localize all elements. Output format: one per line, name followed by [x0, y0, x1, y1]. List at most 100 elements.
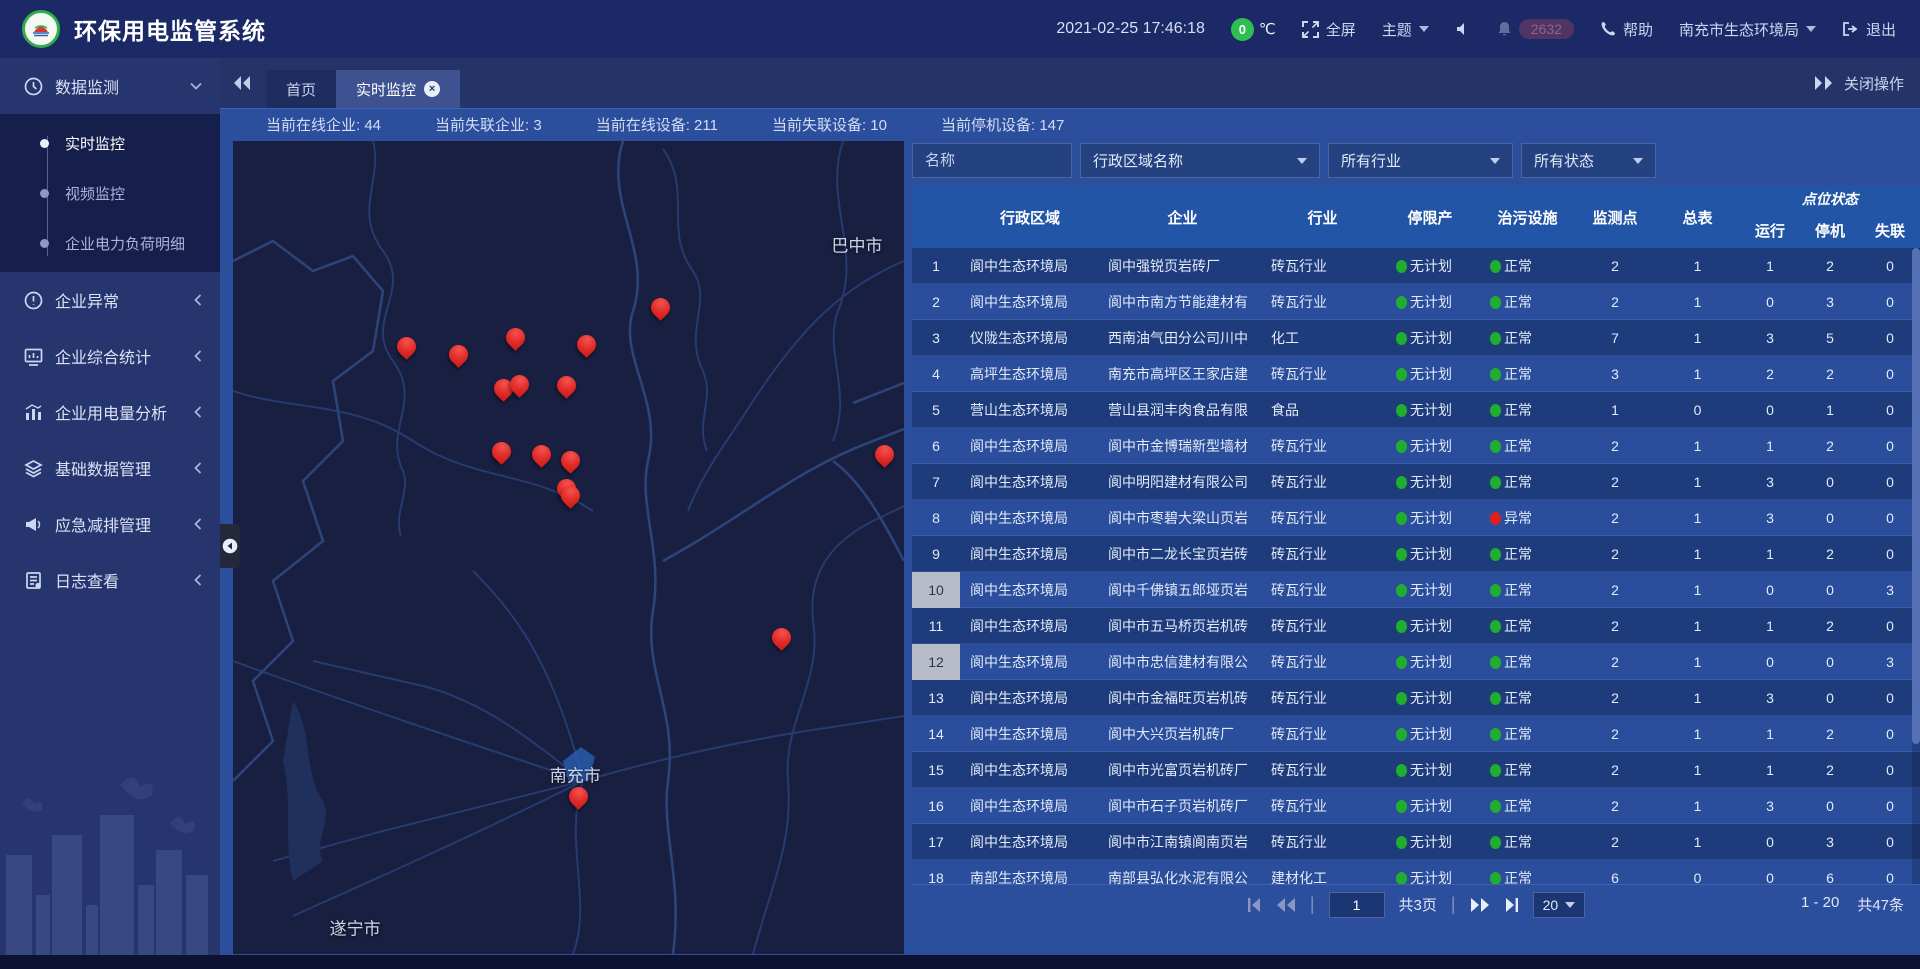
cell-industry: 砖瓦行业	[1265, 724, 1380, 744]
skyline-decoration	[0, 745, 220, 955]
sidebar-collapse-handle[interactable]	[220, 524, 240, 568]
sidebar-item-实时监控[interactable]: 实时监控	[0, 118, 220, 168]
table-row[interactable]: 18南部生态环境局南部县弘化水泥有限公建材化工无计划正常60060	[912, 860, 1920, 884]
scrollbar-thumb[interactable]	[1912, 248, 1920, 744]
table-row[interactable]: 16阆中生态环境局阆中市石子页岩机砖厂砖瓦行业无计划正常21300	[912, 788, 1920, 824]
map-pin-icon[interactable]	[561, 451, 581, 471]
cell-total-meters: 0	[1655, 870, 1740, 885]
table-row[interactable]: 10阆中生态环境局阆中千佛镇五郎垭页岩砖瓦行业无计划正常21003	[912, 572, 1920, 608]
table-row[interactable]: 11阆中生态环境局阆中市五马桥页岩机砖砖瓦行业无计划正常21120	[912, 608, 1920, 644]
fullscreen-icon	[1302, 21, 1319, 38]
map-pin-icon[interactable]	[561, 486, 581, 506]
map-pin-icon[interactable]	[772, 628, 792, 648]
sidebar-group-应急减排管理[interactable]: 应急减排管理	[0, 496, 220, 552]
tabs-scroll-left-button[interactable]	[232, 58, 252, 108]
tab-实时监控[interactable]: 实时监控×	[336, 70, 460, 108]
table-row[interactable]: 2阆中生态环境局阆中市南方节能建材有砖瓦行业无计划正常21030	[912, 284, 1920, 320]
cell-run-count: 0	[1740, 294, 1800, 310]
map-pin-icon[interactable]	[577, 335, 597, 355]
sidebar-group-企业异常[interactable]: 企业异常	[0, 272, 220, 328]
industry-filter-value: 所有行业	[1341, 150, 1401, 171]
col-header-stopped: 停机	[1800, 212, 1860, 248]
sidebar-item-企业电力负荷明细[interactable]: 企业电力负荷明细	[0, 218, 220, 268]
map-pin-icon[interactable]	[569, 787, 589, 807]
layers-icon	[24, 459, 43, 478]
map-pin-icon[interactable]	[651, 298, 671, 318]
help-button[interactable]: 帮助	[1600, 19, 1653, 40]
table-row[interactable]: 4高坪生态环境局南充市高坪区王家店建砖瓦行业无计划正常31220	[912, 356, 1920, 392]
temperature-unit: ℃	[1259, 20, 1276, 38]
table-scrollbar[interactable]	[1912, 248, 1920, 884]
close-operations-button[interactable]: 关闭操作	[1814, 58, 1904, 108]
page-number-input[interactable]	[1329, 892, 1385, 918]
table-row[interactable]: 15阆中生态环境局阆中市光富页岩机砖厂砖瓦行业无计划正常21120	[912, 752, 1920, 788]
status-dot-green	[1490, 800, 1501, 813]
map-pin-icon[interactable]	[510, 375, 530, 395]
notification-count-badge: 2632	[1519, 19, 1574, 39]
stat-当前失联企业: 当前失联企业: 3	[435, 114, 542, 135]
map-pin-icon[interactable]	[397, 337, 417, 357]
sidebar-group-数据监测[interactable]: 数据监测	[0, 58, 220, 114]
cell-industry: 砖瓦行业	[1265, 544, 1380, 564]
sound-button[interactable]	[1455, 21, 1471, 37]
table-row[interactable]: 6阆中生态环境局阆中市金博瑞新型墙材砖瓦行业无计划正常21120	[912, 428, 1920, 464]
fullscreen-button[interactable]: 全屏	[1302, 19, 1356, 40]
table-row[interactable]: 8阆中生态环境局阆中市枣碧大梁山页岩砖瓦行业无计划异常21300	[912, 500, 1920, 536]
cell-stopped-count: 2	[1800, 366, 1860, 382]
sidebar-group-企业用电量分析[interactable]: 企业用电量分析	[0, 384, 220, 440]
table-row[interactable]: 1阆中生态环境局阆中强锐页岩砖厂砖瓦行业无计划正常21120	[912, 248, 1920, 284]
map-pin-icon[interactable]	[875, 445, 895, 465]
map-pin-icon[interactable]	[506, 328, 526, 348]
cell-total-meters: 1	[1655, 834, 1740, 850]
table-row[interactable]: 12阆中生态环境局阆中市忠信建材有限公砖瓦行业无计划正常21003	[912, 644, 1920, 680]
industry-filter-select[interactable]: 所有行业	[1328, 143, 1513, 178]
map-pin-icon[interactable]	[532, 445, 552, 465]
cell-company: 南部县弘化水泥有限公	[1100, 868, 1265, 885]
cell-company: 阆中大兴页岩机砖厂	[1100, 724, 1265, 744]
cell-run-count: 1	[1740, 762, 1800, 778]
cell-stopped-count: 2	[1800, 618, 1860, 634]
map-panel[interactable]: 巴中市南充市遂宁市	[233, 141, 904, 954]
name-filter-input[interactable]	[912, 143, 1072, 178]
sidebar-item-视频监控[interactable]: 视频监控	[0, 168, 220, 218]
table-row[interactable]: 9阆中生态环境局阆中市二龙长宝页岩砖砖瓦行业无计划正常21120	[912, 536, 1920, 572]
table-row[interactable]: 7阆中生态环境局阆中明阳建材有限公司砖瓦行业无计划正常21300	[912, 464, 1920, 500]
pager-divider: |	[1310, 894, 1315, 915]
table-row[interactable]: 13阆中生态环境局阆中市金福旺页岩机砖砖瓦行业无计划正常21300	[912, 680, 1920, 716]
map-pin-icon[interactable]	[557, 376, 577, 396]
tab-首页[interactable]: 首页	[266, 70, 336, 108]
page-size-select[interactable]: 20	[1533, 892, 1586, 918]
app-title: 环保用电监管系统	[74, 12, 266, 46]
table-row[interactable]: 5营山生态环境局营山县润丰肉食品有限食品无计划正常10010	[912, 392, 1920, 428]
next-page-button[interactable]	[1470, 898, 1490, 912]
table-row[interactable]: 14阆中生态环境局阆中大兴页岩机砖厂砖瓦行业无计划正常21120	[912, 716, 1920, 752]
sidebar-group-基础数据管理[interactable]: 基础数据管理	[0, 440, 220, 496]
theme-dropdown[interactable]: 主题	[1382, 19, 1429, 40]
tab-close-icon[interactable]: ×	[424, 81, 440, 97]
cell-company: 阆中市五马桥页岩机砖	[1100, 616, 1265, 636]
logout-button[interactable]: 退出	[1842, 19, 1896, 40]
cell-monitor-count: 1	[1575, 402, 1655, 418]
cell-monitor-count: 2	[1575, 834, 1655, 850]
prev-page-button[interactable]	[1276, 898, 1296, 912]
table-row[interactable]: 17阆中生态环境局阆中市江南镇阆南页岩砖瓦行业无计划正常21030	[912, 824, 1920, 860]
row-index: 4	[912, 366, 960, 382]
map-pin-icon[interactable]	[449, 345, 469, 365]
cell-monitor-count: 2	[1575, 654, 1655, 670]
region-filter-select[interactable]: 行政区域名称	[1080, 143, 1320, 178]
status-dot-green	[1490, 476, 1501, 489]
first-page-button[interactable]	[1247, 898, 1262, 912]
sidebar-group-企业综合统计[interactable]: 企业综合统计	[0, 328, 220, 384]
cell-stop-status: 无计划	[1380, 544, 1480, 564]
notification-area[interactable]: 2632	[1497, 19, 1574, 39]
map-pin-icon[interactable]	[492, 442, 512, 462]
status-filter-select[interactable]: 所有状态	[1521, 143, 1656, 178]
org-dropdown[interactable]: 南充市生态环境局	[1679, 19, 1816, 40]
cell-run-count: 1	[1740, 438, 1800, 454]
cell-total-meters: 1	[1655, 438, 1740, 454]
sidebar-group-日志查看[interactable]: 日志查看	[0, 552, 220, 608]
table-row[interactable]: 3仪陇生态环境局西南油气田分公司川中化工无计划正常71350	[912, 320, 1920, 356]
status-dot-green	[1396, 836, 1407, 849]
cell-region: 阆中生态环境局	[960, 796, 1100, 816]
last-page-button[interactable]	[1504, 898, 1519, 912]
